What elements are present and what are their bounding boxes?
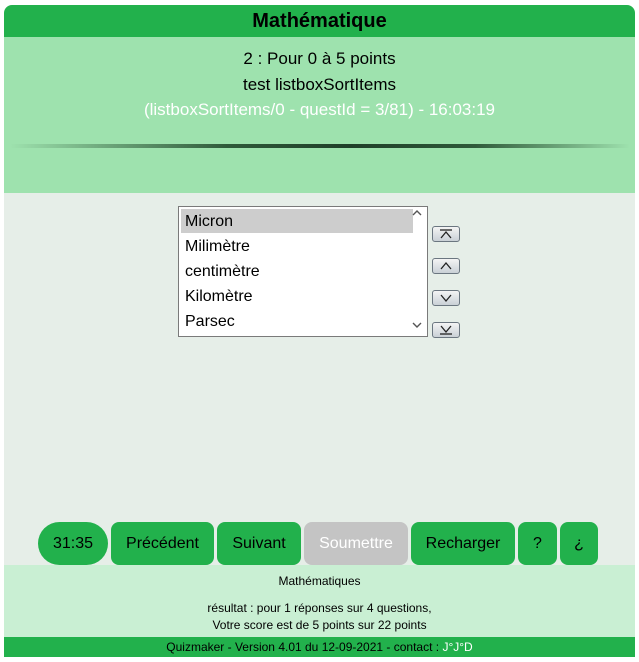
- list-item[interactable]: Parsec: [181, 309, 413, 333]
- list-item[interactable]: Kilomètre: [181, 284, 413, 308]
- header-divider: [10, 144, 630, 148]
- next-button[interactable]: Suivant: [217, 522, 301, 565]
- move-bottom-icon: [440, 325, 452, 335]
- scroll-up-icon[interactable]: [411, 209, 423, 221]
- list-item[interactable]: centimètre: [181, 259, 413, 283]
- quiz-frame: Mathématique 2 : Pour 0 à 5 points test …: [4, 5, 635, 657]
- subject-label: Mathématiques: [278, 574, 361, 588]
- contact-link[interactable]: J°J°D: [442, 640, 472, 654]
- move-down-button[interactable]: [432, 290, 460, 306]
- move-bottom-button[interactable]: [432, 322, 460, 338]
- reload-button[interactable]: Recharger: [411, 522, 515, 565]
- score-footer: Mathématiques résultat : pour 1 réponses…: [4, 565, 635, 637]
- list-item-selected[interactable]: Micron: [181, 209, 413, 233]
- list-item[interactable]: Milimètre: [181, 234, 413, 258]
- scroll-down-icon[interactable]: [411, 321, 423, 333]
- previous-button[interactable]: Précédent: [111, 522, 214, 565]
- info-button[interactable]: ¿: [560, 522, 598, 565]
- move-up-button[interactable]: [432, 258, 460, 274]
- submit-button[interactable]: Soumettre: [304, 522, 408, 565]
- question-header: 2 : Pour 0 à 5 points test listboxSortIt…: [4, 37, 635, 193]
- page-title: Mathématique: [4, 5, 635, 37]
- result-text: résultat : pour 1 réponses sur 4 questio…: [207, 601, 432, 615]
- question-text: test listboxSortItems: [242, 75, 397, 94]
- question-id: (listboxSortItems/0 - questId = 3/81) - …: [143, 100, 496, 119]
- timer-button[interactable]: 31:35: [38, 522, 108, 565]
- score-text: Votre score est de 5 points sur 22 point…: [212, 618, 427, 632]
- move-up-icon: [440, 261, 452, 270]
- answer-area: Micron Milimètre centimètre Kilomètre Pa…: [4, 193, 635, 565]
- move-down-icon: [440, 294, 452, 303]
- move-top-button[interactable]: [432, 226, 460, 242]
- move-top-icon: [440, 229, 452, 239]
- question-points: 2 : Pour 0 à 5 points: [243, 49, 396, 68]
- help-button[interactable]: ?: [518, 522, 557, 565]
- version-text: Quizmaker - Version 4.01 du 12-09-2021 -…: [166, 640, 443, 654]
- version-bar: Quizmaker - Version 4.01 du 12-09-2021 -…: [4, 637, 635, 657]
- sort-listbox[interactable]: Micron Milimètre centimètre Kilomètre Pa…: [178, 206, 428, 337]
